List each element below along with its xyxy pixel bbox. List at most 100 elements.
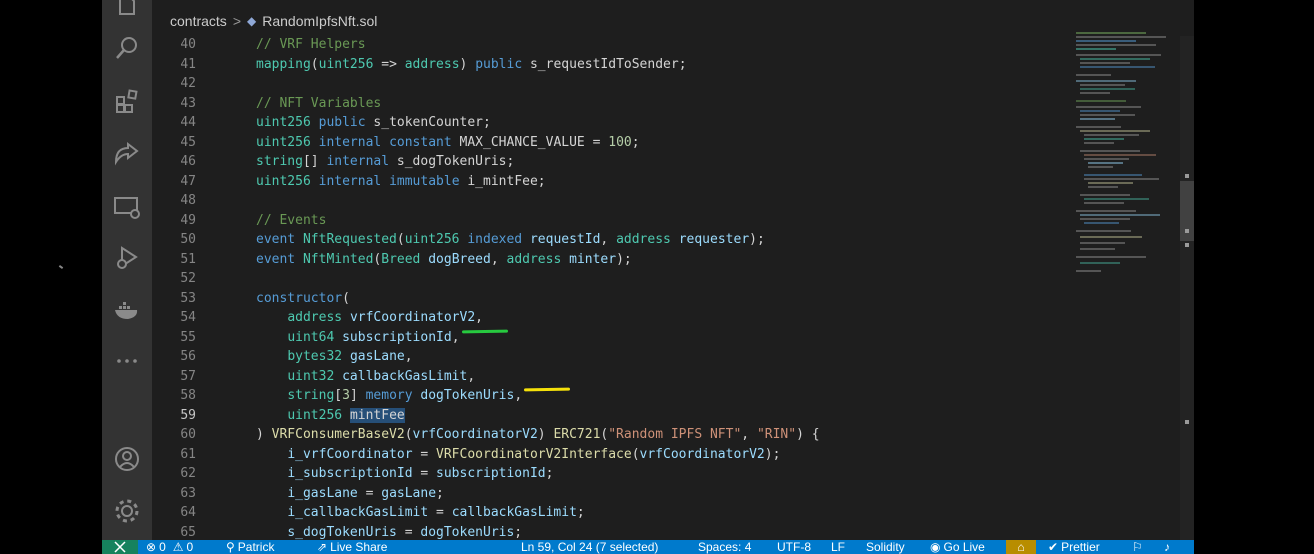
code-line[interactable]: 54 address vrfCoordinatorV2, [152,308,1072,328]
code-line[interactable]: 41 mapping(uint256 => address) public s_r… [152,55,1072,75]
code-token: NftRequested [302,232,397,247]
error-icon: ⊗ [146,540,157,554]
code-token: ( [342,290,350,306]
code-token: // VRF Helpers [256,37,366,52]
check-double-icon: ✔ [1048,540,1059,554]
more-icon[interactable] [102,339,152,383]
code-token: VRFConsumerBaseV2 [271,427,405,442]
remote-window-icon[interactable] [102,185,152,229]
code-token: i_gasLane [287,485,358,501]
code-text: uint256 public s_tokenCounter; [256,113,491,133]
docker-icon[interactable] [102,288,152,332]
live-share-icon: ⇗ [317,540,328,554]
code-line[interactable]: 58 string[3] memory dogTokenUris, [152,386,1072,406]
cursor-position-label: Ln 59, Col 24 (7 selected) [521,540,659,554]
code-token: immutable [389,173,460,189]
code-token: constructor [256,290,343,306]
warning-icon: ⚠ [172,540,184,554]
code-text: constructor( [256,289,350,309]
code-line[interactable]: 48 [152,191,1072,211]
code-line[interactable]: 43 // NFT Variables [152,94,1072,114]
scroll-marker [1185,243,1189,247]
minimap[interactable] [1074,30,1180,290]
breadcrumb-file[interactable]: RandomIpfsNft.sol [262,13,377,29]
code-token: , [475,310,483,325]
go-live-label: Go Live [943,540,985,554]
search-icon[interactable] [102,26,152,70]
vscode-window: 1 contracts > ◆ Ran [102,0,1194,554]
code-token: public [318,115,366,130]
code-line[interactable]: 57 uint32 callbackGasLimit, [152,367,1072,387]
code-line[interactable]: 52 [152,269,1072,289]
settings-gear-icon[interactable] [102,489,152,533]
code-line[interactable]: 60) VRFConsumerBaseV2(vrfCoordinatorV2) … [152,425,1072,445]
code-token: internal [318,173,382,189]
language-mode[interactable]: Solidity [866,540,905,554]
code-line[interactable]: 46 string[] internal s_dogTokenUris; [152,152,1072,172]
code-token: = [357,485,382,501]
problems-indicator[interactable]: ⊗ 0 ⚠ 0 [146,540,193,554]
feedback-icon[interactable]: ⚐ [1132,540,1143,554]
code-line[interactable]: 61 i_vrfCoordinator = VRFCoordinatorV2In… [152,445,1072,465]
code-line[interactable]: 40 // VRF Helpers [152,36,1072,55]
selected-text: mintFee [349,407,405,423]
code-token: ) [459,56,476,72]
code-line[interactable]: 45 uint256 internal constant MAX_CHANCE_V… [152,133,1072,153]
extensions-icon[interactable] [102,79,152,123]
code-line[interactable]: 47 uint256 internal immutable i_mintFee; [152,172,1072,192]
highlight-annotation [524,387,571,392]
live-share-button[interactable]: ⇗ Live Share [317,540,387,554]
account-status[interactable]: ⚲ Patrick [226,540,274,554]
code-line[interactable]: 55 uint64 subscriptionId, [152,328,1072,348]
code-token: , [490,251,507,267]
prettier-button[interactable]: ✔ Prettier [1048,540,1100,554]
stray-cursor-mark [58,265,64,269]
code-token: requestId [529,232,601,247]
line-number: 49 [180,212,196,228]
code-token: ); [616,251,632,267]
code-token: i_mintFee; [459,173,546,189]
code-line[interactable]: 42 [152,74,1072,94]
breadcrumb-folder[interactable]: contracts [170,13,227,29]
vertical-scrollbar[interactable] [1180,36,1194,540]
line-number: 54 [180,310,196,325]
line-number: 40 [180,37,196,52]
indentation-setting[interactable]: Spaces: 4 [698,540,751,554]
go-live-button[interactable]: ◉ Go Live [930,540,985,554]
remote-indicator[interactable] [102,540,138,554]
code-line[interactable]: 65 s_dogTokenUris = dogTokenUris; [152,523,1072,541]
warning-count: 0 [186,540,194,554]
notifications-bell-icon[interactable]: ♪ [1164,540,1170,554]
encoding-setting[interactable]: UTF-8 [777,540,811,554]
code-line[interactable]: 59 uint256 mintFee [152,406,1072,426]
code-token: [ [334,388,343,403]
code-line[interactable]: 53 constructor( [152,289,1072,309]
code-line[interactable]: 63 i_gasLane = gasLane; [152,484,1072,504]
code-token: , [404,349,413,364]
code-line[interactable]: 49 // Events [152,211,1072,231]
code-line[interactable]: 56 bytes32 gasLane, [152,347,1072,367]
remote-explorer-icon[interactable] [102,131,152,175]
code-line[interactable]: 62 i_subscriptionId = subscriptionId; [152,464,1072,484]
copilot-indicator[interactable]: ⌂ [1006,540,1036,554]
code-token: memory [365,388,413,403]
code-line[interactable]: 50 event NftRequested(uint256 indexed req… [152,230,1072,250]
run-debug-icon[interactable] [102,236,152,280]
code-editor[interactable]: 40 // VRF Helpers 41 mapping(uint256 => add… [152,36,1072,540]
explorer-icon[interactable]: 1 [102,0,152,28]
cursor-position[interactable]: Ln 59, Col 24 (7 selected) [521,540,658,554]
account-icon[interactable] [102,437,152,481]
eol-setting[interactable]: LF [831,540,845,554]
code-token: constant [389,134,452,150]
code-token: uint32 [287,368,335,384]
code-token: string [256,154,303,169]
language-label: Solidity [866,540,905,554]
code-line[interactable]: 44 uint256 public s_tokenCounter; [152,113,1072,133]
code-line[interactable]: 51 event NftMinted(Breed dogBreed, addres… [152,250,1072,270]
code-line[interactable]: 64 i_callbackGasLimit = callbackGasLimit… [152,503,1072,523]
